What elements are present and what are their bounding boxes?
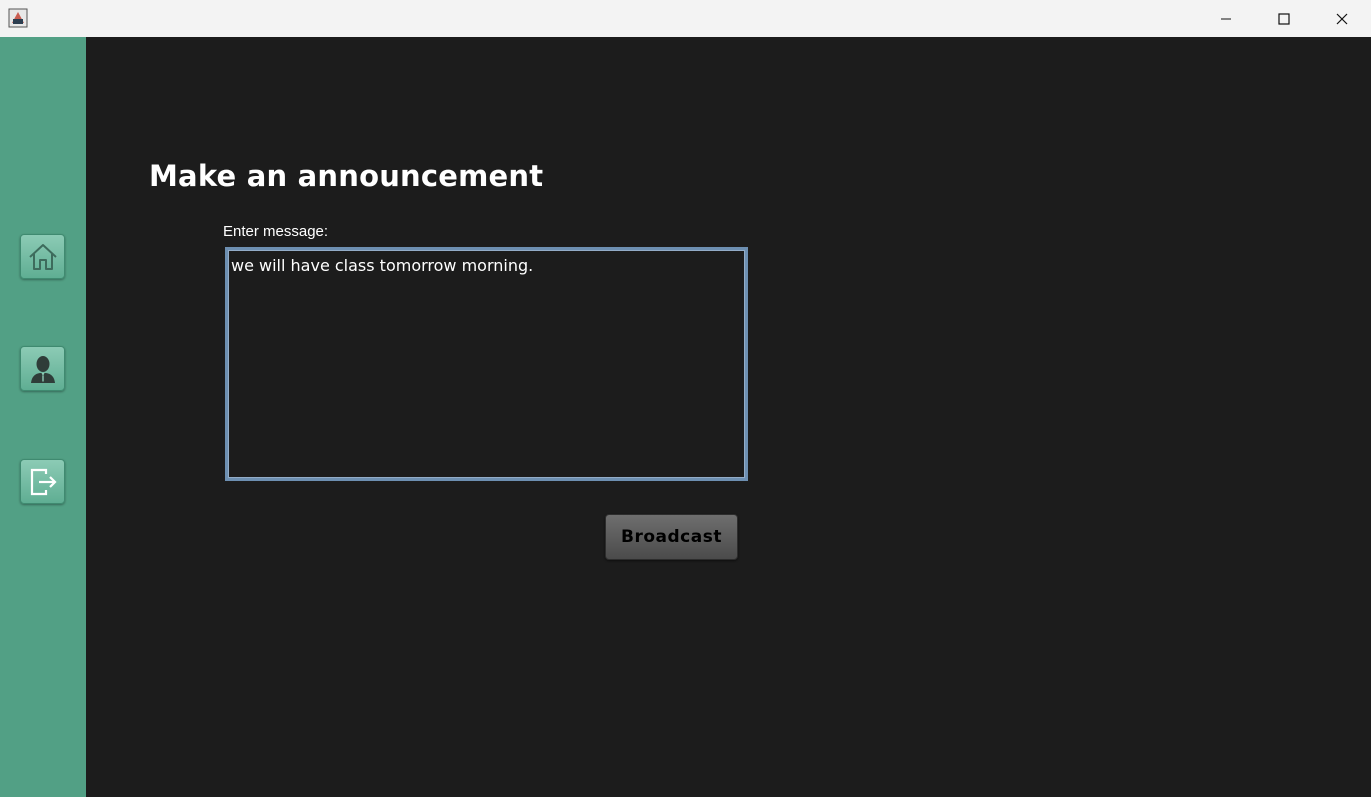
user-icon — [30, 355, 55, 383]
sidebar-item-logout[interactable] — [20, 459, 65, 504]
maximize-icon — [1278, 12, 1290, 25]
sidebar-item-home[interactable] — [20, 234, 65, 279]
broadcast-button[interactable]: Broadcast — [605, 514, 738, 560]
maximize-button[interactable] — [1255, 0, 1313, 37]
sidebar-item-profile[interactable] — [20, 346, 65, 391]
home-icon — [28, 243, 57, 270]
close-button[interactable] — [1313, 0, 1371, 37]
java-app-icon — [8, 8, 28, 28]
page-title: Make an announcement — [149, 159, 544, 193]
sidebar — [0, 37, 86, 797]
message-label: Enter message: — [223, 223, 329, 240]
logout-icon — [30, 468, 57, 495]
minimize-icon — [1221, 18, 1231, 19]
minimize-button[interactable] — [1197, 0, 1255, 37]
close-icon — [1336, 13, 1348, 24]
message-input[interactable]: we will have class tomorrow morning. — [225, 247, 748, 481]
window-title-bar — [0, 0, 1371, 37]
